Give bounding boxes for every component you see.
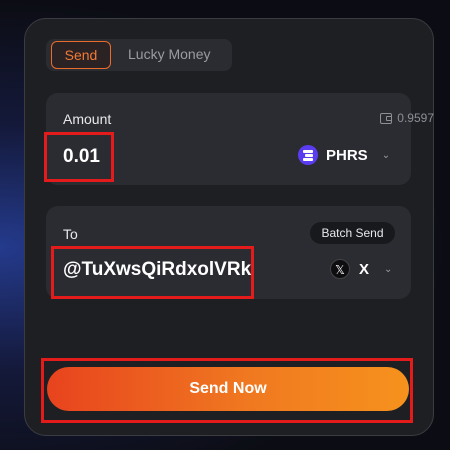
balance-value: 0.9597	[397, 111, 434, 125]
network-selector[interactable]: 𝕏 X ⌄	[330, 258, 392, 280]
balance-display: 0.9597	[380, 111, 434, 125]
tab-send[interactable]: Send	[51, 41, 111, 69]
token-selector[interactable]: PHRS ⌄	[298, 144, 390, 166]
recipient-input[interactable]: @TuXwsQiRdxolVRk	[63, 259, 251, 281]
wallet-icon	[380, 112, 393, 124]
tab-lucky-money[interactable]: Lucky Money	[128, 41, 210, 67]
network-name: X	[359, 260, 370, 278]
phrs-token-icon	[298, 145, 318, 165]
x-logo-icon: 𝕏	[330, 259, 350, 279]
batch-send-button[interactable]: Batch Send	[310, 222, 395, 244]
amount-input[interactable]: 0.01	[63, 146, 100, 168]
amount-label: Amount	[63, 111, 112, 127]
to-label: To	[63, 226, 78, 242]
token-name: PHRS	[326, 146, 368, 164]
chevron-down-icon: ⌄	[381, 149, 391, 161]
send-now-button[interactable]: Send Now	[47, 367, 409, 411]
chevron-down-icon: ⌄	[384, 263, 393, 275]
